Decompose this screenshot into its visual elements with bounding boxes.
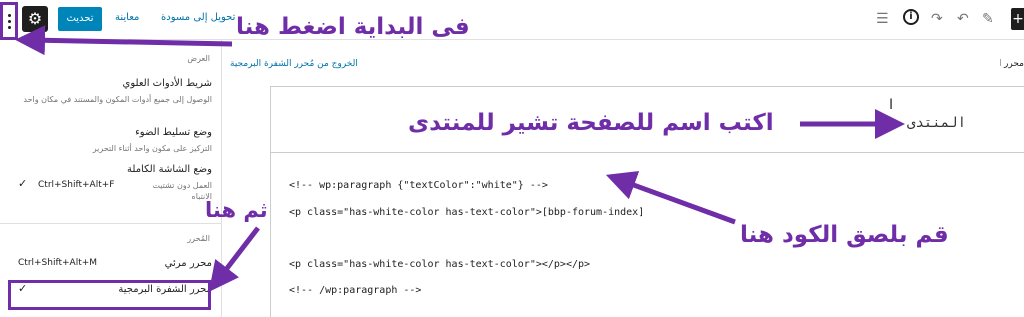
menu-item-label: محرر مرئي <box>164 258 212 269</box>
code-editor-heading: محرر الشفرة البرمجية <box>1000 59 1024 69</box>
annotation-then-here: ثم هنا <box>205 198 268 222</box>
post-title-text: المنتدى <box>907 115 967 131</box>
menu-item-desc: التركيز على مكون واحد أثناء التحرير <box>92 144 212 153</box>
undo-icon[interactable]: ↶ <box>957 9 969 29</box>
add-block-button[interactable]: + <box>1011 8 1024 30</box>
menu-item-shortcut: Ctrl+Shift+Alt+F <box>38 180 115 190</box>
block-navigation-icon[interactable]: ☰ <box>876 9 889 29</box>
editor-section-title: المُحرر <box>187 234 210 243</box>
update-button[interactable]: تحديث <box>58 7 102 31</box>
code-line[interactable]: <!-- /wp:paragraph --> <box>289 285 421 296</box>
redo-icon[interactable]: ↷ <box>931 9 943 29</box>
preview-link[interactable]: معاينة <box>115 12 139 23</box>
menu-item-label: وضع تسليط الضوء <box>135 127 212 138</box>
annotation-write-name: اكتب اسم للصفحة تشير للمنتدى <box>408 110 774 136</box>
info-icon[interactable]: i <box>903 9 919 25</box>
menu-item-label: شريط الأدوات العلوي <box>122 78 212 89</box>
menu-divider <box>0 223 222 224</box>
menu-item-desc: العمل دون تشتيت الانتباه <box>152 181 212 201</box>
check-icon: ✓ <box>18 177 28 190</box>
text-cursor-icon: I <box>889 97 894 113</box>
switch-to-draft-link[interactable]: تحويل إلى مسودة <box>161 12 235 23</box>
annotation-highlight-code-editor <box>8 280 211 310</box>
menu-item-label: وضع الشاشة الكاملة <box>127 164 212 175</box>
gear-icon: ⚙ <box>27 9 43 28</box>
menu-item-desc: الوصول إلى جميع أدوات المكون والمستند في… <box>23 95 212 104</box>
code-line[interactable]: <!-- wp:paragraph {"textColor":"white"} … <box>289 180 548 191</box>
plus-icon: + <box>1012 11 1024 27</box>
more-options-menu: العرض شريط الأدوات العلوي الوصول إلى جمي… <box>0 40 222 317</box>
settings-button[interactable]: ⚙ <box>22 6 48 32</box>
code-line[interactable]: <p class="has-white-color has-text-color… <box>289 259 590 270</box>
annotation-paste-code: قم بلصق الكود هنا <box>740 222 949 248</box>
pencil-icon[interactable]: ✎ <box>982 9 994 29</box>
exit-code-editor-link[interactable]: الخروج من مُحرر الشفرة البرمجية <box>230 59 358 69</box>
menu-item-shortcut: Ctrl+Shift+Alt+M <box>18 258 98 268</box>
annotation-start-here: فى البداية اضغط هنا <box>236 14 470 40</box>
arrow-to-code-editor <box>208 226 260 292</box>
code-line[interactable]: <p class="has-white-color has-text-color… <box>289 207 644 218</box>
view-section-title: العرض <box>187 54 210 63</box>
annotation-highlight-options <box>0 2 18 40</box>
top-toolbar: ⚙ تحديث معاينة تحويل إلى مسودة ☰ i ↷ ↶ ✎… <box>0 0 1024 40</box>
